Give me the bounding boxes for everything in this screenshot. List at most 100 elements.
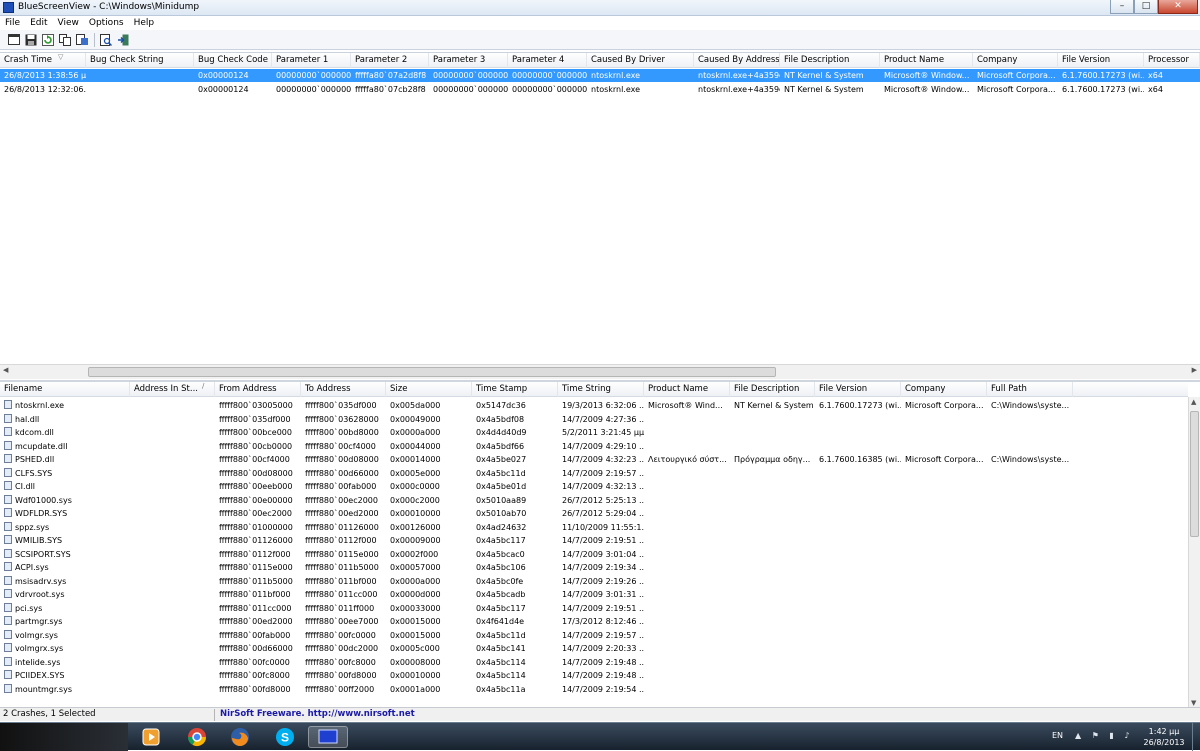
col-caused-by-driver[interactable]: Caused By Driver bbox=[587, 53, 694, 68]
crash-row[interactable]: 26/8/2013 12:32:06... 0x00000124 0000000… bbox=[0, 83, 1200, 96]
scrollbar-thumb[interactable] bbox=[1190, 411, 1199, 537]
col-full-path[interactable]: Full Path bbox=[987, 382, 1073, 397]
cell-filename: partmgr.sys bbox=[0, 615, 130, 629]
col-file-version[interactable]: File Version bbox=[815, 382, 901, 397]
col-filename[interactable]: Filename bbox=[0, 382, 130, 397]
tray-clock[interactable]: 1:42 μμ 26/8/2013 bbox=[1140, 726, 1188, 748]
driver-row[interactable]: partmgr.sys fffff880`00ed2000 fffff880`00e… bbox=[0, 615, 1188, 629]
driver-row[interactable]: hal.dll fffff800`035df000 fffff800`0362800… bbox=[0, 413, 1188, 427]
save-icon[interactable] bbox=[23, 32, 39, 48]
cell-filename: volmgrx.sys bbox=[0, 642, 130, 656]
driver-row[interactable]: msisadrv.sys fffff880`011b5000 fffff880`01… bbox=[0, 575, 1188, 589]
col-company[interactable]: Company bbox=[901, 382, 987, 397]
language-indicator[interactable]: EN bbox=[1052, 731, 1063, 740]
driver-row[interactable]: WDFLDR.SYS fffff880`00ec2000 fffff880`00ed… bbox=[0, 507, 1188, 521]
driver-row[interactable]: CI.dll fffff880`00eeb000 fffff880`00fab000… bbox=[0, 480, 1188, 494]
show-desktop-button[interactable] bbox=[1192, 723, 1200, 751]
col-time-string[interactable]: Time String bbox=[558, 382, 644, 397]
driver-row[interactable]: ACPI.sys fffff880`0115e000 fffff880`011b50… bbox=[0, 561, 1188, 575]
scroll-right-icon[interactable]: ▶ bbox=[1192, 366, 1197, 374]
col-product-name[interactable]: Product Name bbox=[644, 382, 730, 397]
media-player-icon[interactable] bbox=[131, 726, 171, 748]
col-bug-check-string[interactable]: Bug Check String bbox=[86, 53, 194, 68]
cell-file-description: Πρόγραμμα οδηγ... bbox=[734, 455, 811, 464]
col-processor[interactable]: Processor bbox=[1144, 53, 1200, 68]
html-report-icon[interactable] bbox=[74, 32, 90, 48]
nirsoft-link[interactable]: NirSoft Freeware. http://www.nirsoft.net bbox=[220, 709, 415, 719]
col-product-name[interactable]: Product Name bbox=[880, 53, 973, 68]
menu-help[interactable]: Help bbox=[129, 18, 160, 28]
menu-file[interactable]: File bbox=[0, 18, 25, 28]
cell-address-in-stack bbox=[130, 548, 215, 562]
cell-full-path bbox=[987, 642, 1073, 656]
cell-file-description: NT Kernel & System bbox=[784, 85, 864, 94]
col-parameter-2[interactable]: Parameter 2 bbox=[351, 53, 429, 68]
cell-caused-by-address: ntoskrnl.exe+4a359c bbox=[698, 71, 780, 80]
chrome-icon[interactable] bbox=[177, 726, 217, 748]
driver-row[interactable]: PCIIDEX.SYS fffff880`00fc8000 fffff880`00f… bbox=[0, 669, 1188, 683]
driver-row[interactable]: vdrvroot.sys fffff880`011bf000 fffff880`01… bbox=[0, 588, 1188, 602]
col-parameter-4[interactable]: Parameter 4 bbox=[508, 53, 587, 68]
col-parameter-1[interactable]: Parameter 1 bbox=[272, 53, 351, 68]
driver-row[interactable]: intelide.sys fffff880`00fc0000 fffff880`00… bbox=[0, 656, 1188, 670]
col-bug-check-code[interactable]: Bug Check Code bbox=[194, 53, 272, 68]
driver-row[interactable]: WMILIB.SYS fffff880`01126000 fffff880`0112… bbox=[0, 534, 1188, 548]
start-button[interactable] bbox=[0, 723, 128, 751]
menu-view[interactable]: View bbox=[53, 18, 84, 28]
refresh-icon[interactable] bbox=[40, 32, 56, 48]
scroll-down-icon[interactable]: ▼ bbox=[1191, 699, 1196, 707]
driver-list-vertical-scrollbar[interactable]: ▲ ▼ bbox=[1188, 397, 1200, 708]
cell-size: 0x00033000 bbox=[390, 603, 441, 613]
cell-company bbox=[901, 467, 987, 481]
col-file-description[interactable]: File Description bbox=[780, 53, 880, 68]
close-button[interactable]: ✕ bbox=[1158, 0, 1198, 14]
driver-row[interactable]: pci.sys fffff880`011cc000 fffff880`011ff00… bbox=[0, 602, 1188, 616]
properties-icon[interactable] bbox=[6, 32, 22, 48]
menu-options[interactable]: Options bbox=[84, 18, 129, 28]
scroll-left-icon[interactable]: ◀ bbox=[3, 366, 8, 374]
firefox-icon[interactable] bbox=[220, 726, 260, 748]
cell-to-address: fffff880`00fc8000 bbox=[305, 657, 376, 667]
driver-row[interactable]: sppz.sys fffff880`01000000 fffff880`011260… bbox=[0, 521, 1188, 535]
driver-file-icon bbox=[4, 481, 12, 490]
cell-file-description bbox=[730, 561, 815, 575]
scroll-up-icon[interactable]: ▲ bbox=[1191, 398, 1196, 406]
driver-row[interactable]: Wdf01000.sys fffff880`00e00000 fffff880`00… bbox=[0, 494, 1188, 508]
crash-list-horizontal-scrollbar[interactable]: ◀ ▶ bbox=[0, 364, 1200, 379]
driver-row[interactable]: volmgrx.sys fffff880`00d66000 fffff880`00d… bbox=[0, 642, 1188, 656]
col-file-description[interactable]: File Description bbox=[730, 382, 815, 397]
col-time-stamp[interactable]: Time Stamp bbox=[472, 382, 558, 397]
exit-icon[interactable] bbox=[115, 32, 131, 48]
driver-row[interactable]: mountmgr.sys fffff880`00fd8000 fffff880`00… bbox=[0, 683, 1188, 697]
maximize-button[interactable]: □ bbox=[1134, 0, 1158, 14]
driver-row[interactable]: CLFS.SYS fffff880`00d08000 fffff880`00d660… bbox=[0, 467, 1188, 481]
find-icon[interactable] bbox=[98, 32, 114, 48]
col-file-version[interactable]: File Version bbox=[1058, 53, 1144, 68]
skype-icon[interactable]: S bbox=[265, 726, 305, 748]
crash-row[interactable]: 26/8/2013 1:38:56 μμ 0x00000124 00000000… bbox=[0, 69, 1200, 82]
tray-icons[interactable]: ▲ ⚑ ▮ ♪ bbox=[1075, 731, 1133, 740]
driver-row[interactable]: SCSIPORT.SYS fffff880`0112f000 fffff880`01… bbox=[0, 548, 1188, 562]
menu-edit[interactable]: Edit bbox=[25, 18, 52, 28]
col-crash-time[interactable]: Crash Time bbox=[0, 53, 86, 68]
minimize-button[interactable]: – bbox=[1110, 0, 1134, 14]
col-from-address[interactable]: From Address bbox=[215, 382, 301, 397]
cell-to-address: fffff800`00bd8000 bbox=[305, 428, 379, 437]
col-parameter-3[interactable]: Parameter 3 bbox=[429, 53, 508, 68]
col-size[interactable]: Size bbox=[386, 382, 472, 397]
cell-company bbox=[901, 480, 987, 494]
col-to-address[interactable]: To Address bbox=[301, 382, 386, 397]
cell-company bbox=[901, 615, 987, 629]
driver-row[interactable]: kdcom.dll fffff800`00bce000 fffff800`00bd8… bbox=[0, 426, 1188, 440]
driver-row[interactable]: mcupdate.dll fffff880`00cb0000 fffff880`00… bbox=[0, 440, 1188, 454]
col-caused-by-address[interactable]: Caused By Address bbox=[694, 53, 780, 68]
scrollbar-thumb[interactable] bbox=[88, 367, 776, 377]
taskbar: S EN ▲ ⚑ ▮ ♪ 1:42 μμ 26/8/2013 bbox=[0, 722, 1200, 751]
driver-row[interactable]: PSHED.dll fffff880`00cf4000 fffff880`00d08… bbox=[0, 453, 1188, 467]
driver-row[interactable]: volmgr.sys fffff880`00fab000 fffff880`00fc… bbox=[0, 629, 1188, 643]
cell-time-string: 14/7/2009 2:19:51 ... bbox=[562, 603, 644, 613]
driver-row[interactable]: ntoskrnl.exe fffff800`03005000 fffff800`03… bbox=[0, 399, 1188, 413]
copy-icon[interactable] bbox=[57, 32, 73, 48]
bluescreenview-icon[interactable] bbox=[308, 726, 348, 748]
col-company[interactable]: Company bbox=[973, 53, 1058, 68]
